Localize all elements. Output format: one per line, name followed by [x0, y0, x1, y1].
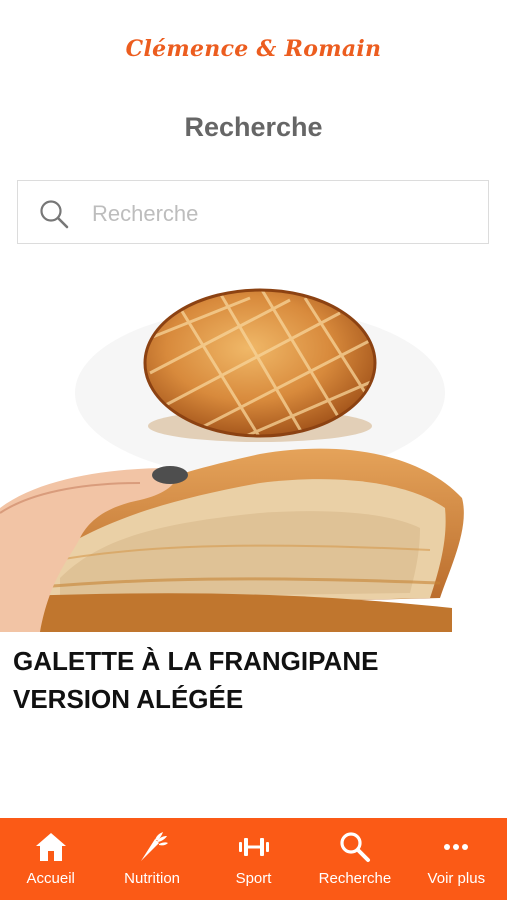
search-bar[interactable] [17, 180, 489, 244]
tab-label: Sport [235, 870, 272, 887]
search-icon [340, 832, 370, 862]
page-title: Recherche [184, 112, 323, 142]
bottom-tab-bar: Accueil Nutrition Sport Recherche Voir p… [0, 818, 507, 900]
carrot-icon [141, 832, 169, 861]
tab-recherche[interactable]: Recherche [304, 818, 405, 900]
search-icon [40, 200, 69, 229]
tab-label: Accueil [26, 870, 75, 887]
tab-voir-plus[interactable]: Voir plus [406, 818, 507, 900]
tab-sport[interactable]: Sport [203, 818, 304, 900]
dumbbell-icon [238, 838, 269, 856]
tab-label: Voir plus [427, 870, 486, 887]
more-icon [444, 844, 469, 850]
search-input[interactable] [90, 191, 474, 237]
tab-label: Recherche [318, 870, 392, 887]
tab-nutrition[interactable]: Nutrition [101, 818, 202, 900]
tab-label: Nutrition [124, 870, 181, 887]
recipe-image[interactable] [0, 278, 507, 632]
recipe-title[interactable]: GALETTE À LA FRANGIPANE VERSION ALÉGÉE [13, 642, 483, 718]
home-icon [35, 833, 66, 861]
brand-logo: Clémence & Romain [125, 36, 382, 62]
tab-accueil[interactable]: Accueil [0, 818, 101, 900]
